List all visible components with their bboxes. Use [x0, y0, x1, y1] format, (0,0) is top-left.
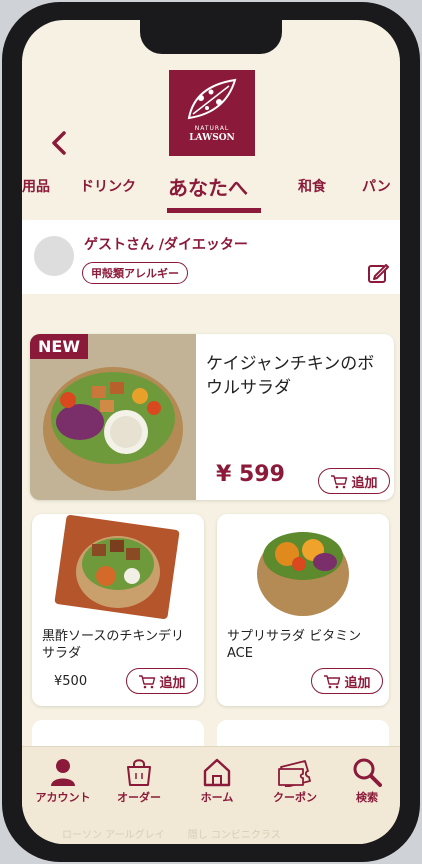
tab-for-you[interactable]: あなたへ: [168, 172, 248, 201]
add-to-cart-button[interactable]: 追加: [126, 668, 198, 694]
avatar: [34, 236, 74, 276]
product-title: サプリサラダ ビタミンACE: [227, 629, 362, 661]
back-arrow-icon[interactable]: [48, 130, 70, 156]
nav-search[interactable]: 検索: [332, 757, 400, 805]
nav-order[interactable]: オーダー: [104, 757, 174, 805]
logo-line2: LAWSON: [189, 133, 235, 143]
scroll-behind-text: ローソン アールグレイ 隠し コンビニクラス: [62, 830, 281, 841]
add-label: 追加: [159, 675, 186, 691]
add-label: 追加: [344, 675, 371, 691]
nav-coupon[interactable]: クーポン: [260, 757, 330, 805]
tab-bread[interactable]: パン: [362, 176, 391, 196]
leaf-logo-icon: [187, 78, 237, 120]
product-price: ¥500: [54, 674, 88, 689]
tab-drink[interactable]: ドリンク: [80, 176, 136, 196]
profile-card: ゲストさん /ダイエッター 甲殻類アレルギー: [22, 220, 400, 294]
tab-japanese[interactable]: 和食: [298, 176, 326, 196]
nav-home[interactable]: ホーム: [182, 757, 252, 805]
category-tabs: 用品 ドリンク あなたへ 和食 パン: [22, 176, 400, 218]
featured-add-button[interactable]: 追加: [318, 468, 390, 494]
edit-icon[interactable]: [367, 262, 389, 284]
cart-icon: [139, 674, 156, 688]
app-screen: NATURAL LAWSON 用品 ドリンク あなたへ 和食 パン ゲストさん …: [22, 20, 400, 844]
product-image: [54, 515, 180, 619]
cart-icon: [324, 674, 341, 688]
nav-label: クーポン: [273, 791, 317, 804]
add-to-cart-button[interactable]: 追加: [311, 668, 383, 694]
allergy-badge: 甲殻類アレルギー: [82, 262, 188, 284]
featured-product-price: ¥ 599: [216, 462, 285, 487]
person-icon: [51, 759, 75, 786]
cart-icon: [331, 474, 348, 488]
logo-line1: NATURAL: [194, 125, 230, 132]
shopping-bag-icon: [127, 759, 151, 786]
user-name: ゲストさん /ダイエッター: [84, 237, 248, 253]
featured-product-title: ケイジャンチキンのボウルサラダ: [206, 354, 375, 398]
nav-label: アカウント: [35, 791, 91, 804]
product-image: [257, 532, 349, 616]
nav-label: オーダー: [117, 791, 161, 804]
nav-label: ホーム: [200, 791, 234, 804]
tab-goods[interactable]: 用品: [22, 176, 50, 196]
product-card[interactable]: サプリサラダ ビタミンACE 追加: [217, 514, 389, 706]
notch: [140, 20, 282, 54]
add-label: 追加: [351, 475, 378, 491]
coupon-icon: [278, 760, 311, 787]
featured-product-card[interactable]: NEW ケイジャンチキンのボウルサラダ ¥ 599 追加: [30, 334, 394, 500]
nav-account[interactable]: アカウント: [28, 757, 98, 805]
natural-lawson-logo: NATURAL LAWSON: [169, 70, 255, 156]
new-badge: NEW: [30, 334, 88, 359]
home-icon: [203, 758, 231, 787]
product-title: 黒酢ソースのチキンデリサラダ: [42, 629, 184, 661]
nav-label: 検索: [356, 791, 378, 804]
product-card[interactable]: 黒酢ソースのチキンデリサラダ ¥500 追加: [32, 514, 204, 706]
active-tab-indicator: [167, 208, 261, 213]
phone-frame: NATURAL LAWSON 用品 ドリンク あなたへ 和食 パン ゲストさん …: [2, 2, 420, 862]
search-icon: [353, 758, 382, 787]
